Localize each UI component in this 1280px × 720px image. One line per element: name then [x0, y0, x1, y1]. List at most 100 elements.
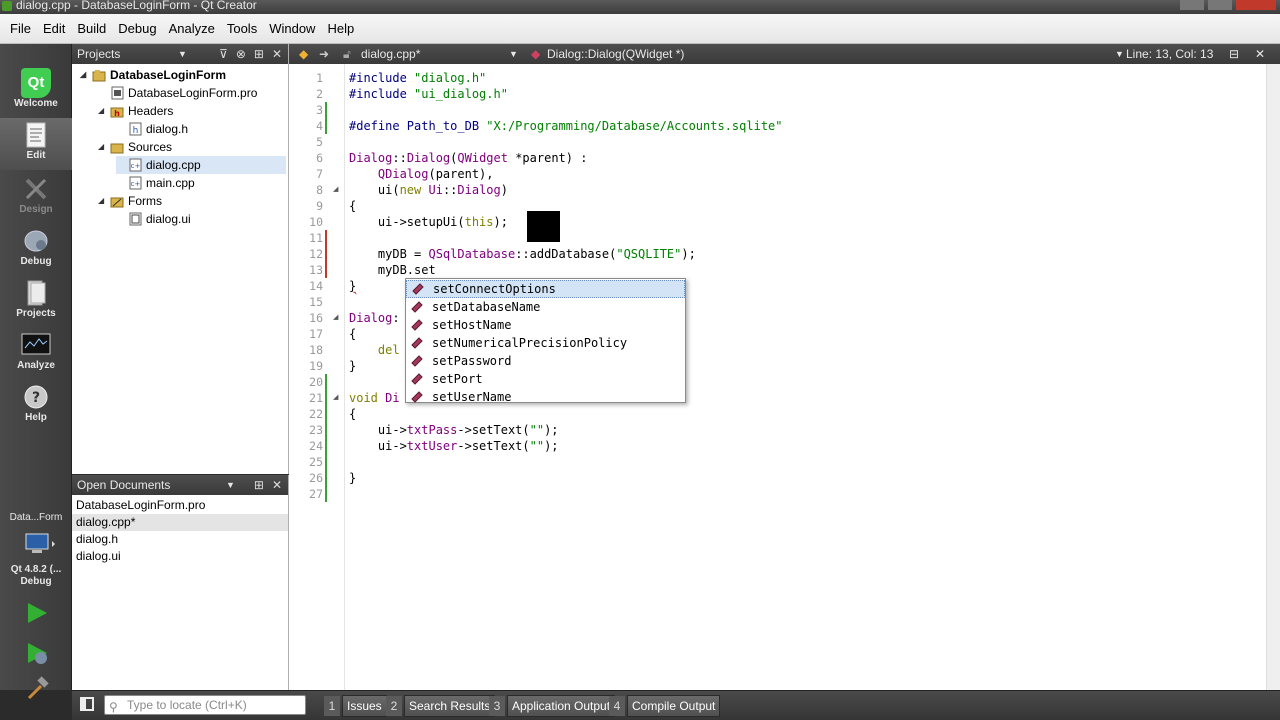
completion-item[interactable]: setUserName	[406, 388, 685, 406]
collapse-arrow-icon[interactable]: ◢	[98, 102, 110, 120]
toggle-sidebar-icon[interactable]	[80, 697, 94, 711]
locator-input[interactable]: ⚲ Type to locate (Ctrl+K)	[104, 695, 306, 715]
minimize-button[interactable]	[1180, 0, 1204, 10]
tree-item-headers[interactable]: ◢ h Headers	[98, 102, 173, 120]
method-icon	[411, 337, 423, 349]
menu-edit[interactable]: Edit	[37, 14, 71, 44]
view-dropdown-arrow-icon[interactable]: ▼	[178, 44, 187, 64]
sources-folder-icon	[110, 140, 124, 154]
collapse-arrow-icon[interactable]: ◢	[80, 66, 92, 84]
change-marker-added	[325, 102, 327, 134]
completion-item[interactable]: setHostName	[406, 316, 685, 334]
help-question-icon: ?	[21, 384, 51, 410]
mode-help[interactable]: ? Help	[0, 380, 72, 432]
menu-help[interactable]: Help	[321, 14, 360, 44]
window-titlebar: dialog.cpp - DatabaseLoginForm - Qt Crea…	[0, 0, 1280, 14]
pane-number: 4	[609, 696, 625, 716]
editor-vertical-scrollbar[interactable]	[1266, 64, 1280, 690]
menu-bar: File Edit Build Debug Analyze Tools Wind…	[0, 14, 1280, 44]
close-window-button[interactable]	[1236, 0, 1276, 10]
tree-item-pro-file[interactable]: DatabaseLoginForm.pro	[98, 84, 257, 102]
tree-item-project[interactable]: ◢ DatabaseLoginForm	[80, 66, 226, 84]
completion-item[interactable]: setDatabaseName	[406, 298, 685, 316]
sync-link-icon[interactable]: ⊗	[236, 44, 246, 64]
build-button[interactable]	[24, 676, 50, 702]
cpp-file-icon: c+	[128, 158, 142, 172]
split-pane-icon[interactable]: ⊞	[254, 44, 264, 64]
completion-item[interactable]: setConnectOptions	[406, 280, 685, 298]
pane-label: Compile Output	[627, 695, 721, 717]
file-lock-icon: 🔓︎	[343, 47, 351, 61]
tree-item-dialog-ui[interactable]: dialog.ui	[116, 210, 191, 228]
open-document-item[interactable]: DatabaseLoginForm.pro	[72, 497, 288, 514]
menu-analyze[interactable]: Analyze	[163, 14, 221, 44]
file-combo-arrow-icon[interactable]: ▼	[509, 44, 518, 64]
kit-project-name[interactable]: Data...Form	[0, 512, 72, 523]
fold-marker-icon[interactable]: ◢	[333, 182, 338, 198]
collapse-arrow-icon[interactable]: ◢	[98, 192, 110, 210]
tree-item-forms[interactable]: ◢ Forms	[98, 192, 162, 210]
tree-item-label: Forms	[128, 194, 162, 208]
split-editor-icon[interactable]: ⊟	[1229, 44, 1239, 64]
tree-item-label: dialog.h	[146, 122, 189, 136]
run-button[interactable]	[24, 600, 50, 626]
pane-button-application-output[interactable]: 3 Application Output	[489, 695, 616, 717]
symbol-combo[interactable]: Dialog::Dialog(QWidget *)	[547, 44, 684, 64]
tree-item-dialog-h[interactable]: h dialog.h	[116, 120, 188, 138]
navigate-back-icon[interactable]: ◆	[299, 44, 308, 64]
qt-logo-icon: Qt	[21, 68, 51, 98]
close-pane-icon[interactable]: ✕	[272, 44, 282, 64]
projects-pane-header: Projects ▼ ⊽ ⊗ ⊞ ✕	[72, 44, 288, 64]
mode-welcome[interactable]: Qt Welcome	[0, 66, 72, 118]
editor-toolbar: ◆ ➜ 🔓︎ dialog.cpp* ▼ ◆ Dialog::Dialog(QW…	[289, 44, 1280, 64]
pane-button-compile-output[interactable]: 4 Compile Output	[609, 695, 721, 717]
menu-file[interactable]: File	[4, 14, 37, 44]
open-document-item[interactable]: dialog.cpp*	[72, 514, 288, 531]
mode-debug[interactable]: Debug	[0, 224, 72, 276]
symbol-combo-arrow-icon[interactable]: ▼	[1115, 44, 1124, 64]
open-document-item[interactable]: dialog.h	[72, 531, 288, 548]
view-dropdown-arrow-icon[interactable]: ▼	[226, 475, 235, 495]
fold-marker-icon[interactable]: ◢	[333, 390, 338, 406]
kit-computer-icon[interactable]	[22, 532, 55, 554]
close-editor-icon[interactable]: ✕	[1255, 44, 1265, 64]
svg-text:h: h	[114, 109, 120, 118]
mode-analyze-label: Analyze	[17, 360, 55, 371]
menu-window[interactable]: Window	[263, 14, 321, 44]
split-pane-icon[interactable]: ⊞	[254, 475, 264, 495]
navigate-forward-icon[interactable]: ➜	[319, 44, 329, 64]
completion-item[interactable]: setNumericalPrecisionPolicy	[406, 334, 685, 352]
fold-marker-icon[interactable]: ◢	[333, 310, 338, 326]
menu-build[interactable]: Build	[71, 14, 112, 44]
line-number-gutter: 1 2 3 4 5 6 7 8 9 10 11 12 13 14 15 16 1…	[289, 64, 345, 690]
mode-projects[interactable]: Projects	[0, 276, 72, 328]
close-pane-icon[interactable]: ✕	[272, 475, 282, 495]
current-file-combo[interactable]: dialog.cpp*	[361, 44, 420, 64]
pane-number: 3	[489, 696, 505, 716]
pane-button-issues[interactable]: 1 Issues	[324, 695, 387, 717]
tree-item-main-cpp[interactable]: c+ main.cpp	[116, 174, 195, 192]
maximize-button[interactable]	[1208, 0, 1232, 10]
menu-tools[interactable]: Tools	[221, 14, 263, 44]
menu-debug[interactable]: Debug	[112, 14, 162, 44]
projects-pane-title[interactable]: Projects	[77, 47, 120, 61]
code-line: void Di	[349, 391, 400, 405]
debug-run-button[interactable]	[24, 640, 50, 666]
kit-qt-version: Qt 4.8.2 (...	[10, 564, 62, 575]
mode-analyze[interactable]: Analyze	[0, 328, 72, 380]
pane-label: Issues	[342, 695, 387, 717]
open-document-item[interactable]: dialog.ui	[72, 548, 288, 565]
collapse-arrow-icon[interactable]: ◢	[98, 138, 110, 156]
tree-item-sources[interactable]: ◢ Sources	[98, 138, 172, 156]
filter-icon[interactable]: ⊽	[219, 44, 228, 64]
tree-item-label: dialog.ui	[146, 212, 191, 226]
open-documents-title[interactable]: Open Documents	[77, 478, 170, 492]
code-completion-popup[interactable]: setConnectOptions setDatabaseName setHos…	[405, 278, 686, 406]
completion-item[interactable]: setPassword	[406, 352, 685, 370]
mode-design[interactable]: Design	[0, 172, 72, 224]
tree-item-dialog-cpp[interactable]: c+ dialog.cpp	[116, 156, 286, 174]
mode-edit[interactable]: Edit	[0, 118, 72, 170]
pane-button-search-results[interactable]: 2 Search Results	[386, 695, 496, 717]
line-number: 16	[309, 311, 323, 325]
completion-item[interactable]: setPort	[406, 370, 685, 388]
